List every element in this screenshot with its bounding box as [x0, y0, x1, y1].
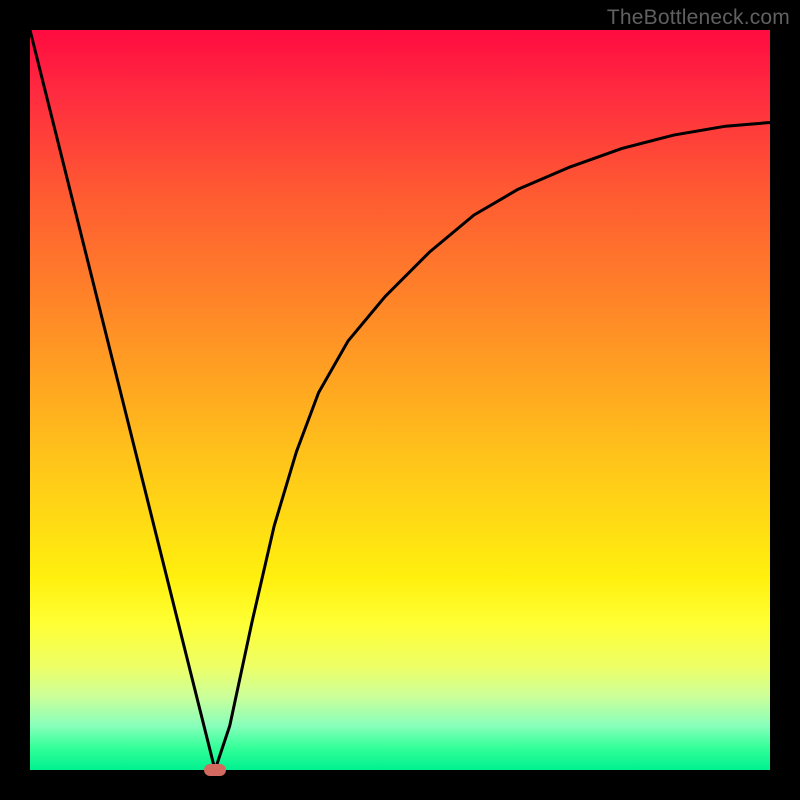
- watermark-label: TheBottleneck.com: [607, 6, 790, 30]
- plot-area: [30, 30, 770, 770]
- curve-vertex-marker: [204, 764, 226, 776]
- chart-frame: TheBottleneck.com: [0, 0, 800, 800]
